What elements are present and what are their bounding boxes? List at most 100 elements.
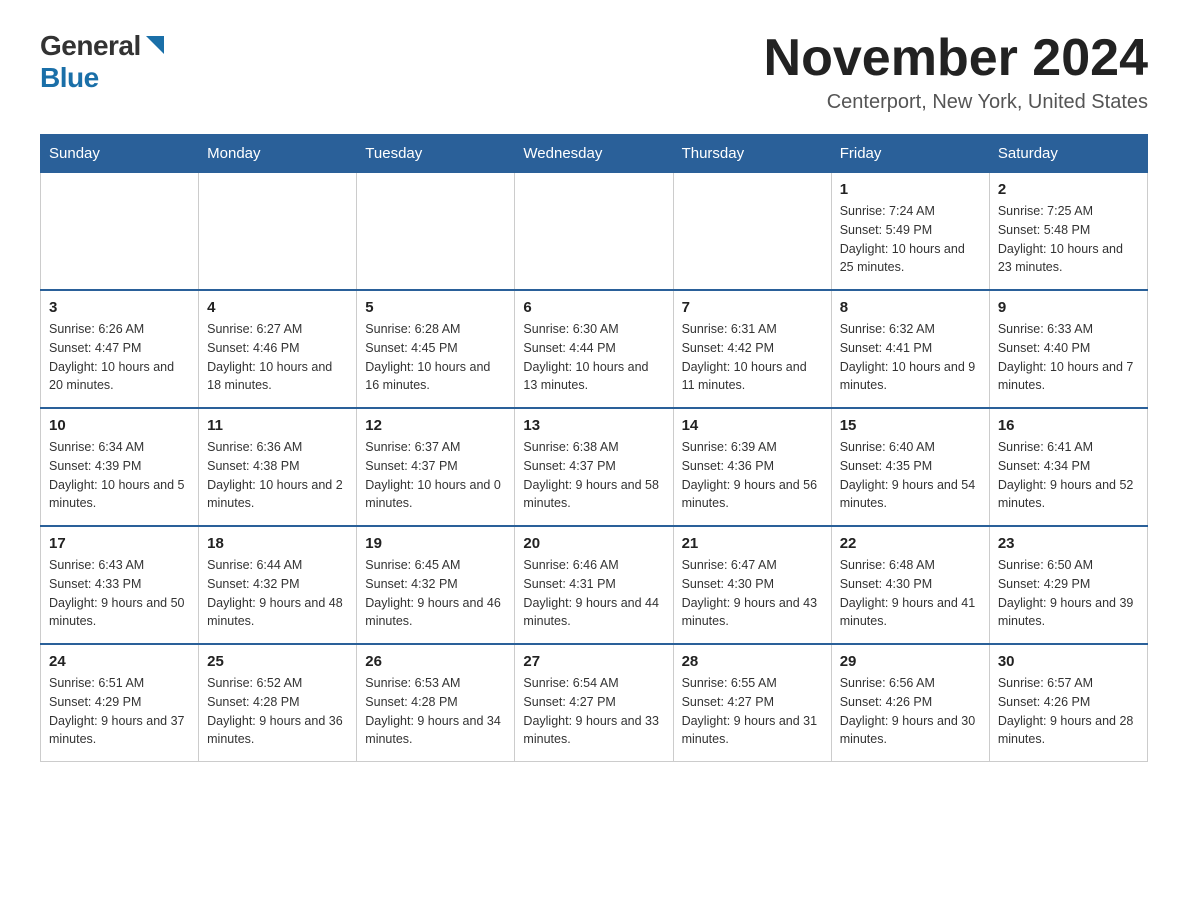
day-number: 18 [207,535,348,552]
header-saturday: Saturday [989,135,1147,173]
calendar-cell: 25 Sunrise: 6:52 AM Sunset: 4:28 PM Dayli… [199,644,357,762]
header-sunday: Sunday [41,135,199,173]
calendar-week-row: 17 Sunrise: 6:43 AM Sunset: 4:33 PM Dayli… [41,526,1148,644]
day-info: Sunrise: 6:40 AM Sunset: 4:35 PM Dayligh… [840,438,981,513]
calendar-cell: 6 Sunrise: 6:30 AM Sunset: 4:44 PM Daylig… [515,290,673,408]
calendar-cell: 7 Sunrise: 6:31 AM Sunset: 4:42 PM Daylig… [673,290,831,408]
calendar-cell [199,173,357,291]
day-info: Sunrise: 6:44 AM Sunset: 4:32 PM Dayligh… [207,556,348,631]
day-info: Sunrise: 6:32 AM Sunset: 4:41 PM Dayligh… [840,320,981,395]
day-number: 8 [840,299,981,316]
calendar-cell: 22 Sunrise: 6:48 AM Sunset: 4:30 PM Dayli… [831,526,989,644]
logo-blue-text: Blue [40,62,99,93]
calendar-week-row: 10Sunrise: 6:34 AM Sunset: 4:39 PM Dayli… [41,408,1148,526]
day-info: Sunrise: 6:52 AM Sunset: 4:28 PM Dayligh… [207,674,348,749]
calendar-cell: 12Sunrise: 6:37 AM Sunset: 4:37 PM Dayli… [357,408,515,526]
day-number: 15 [840,417,981,434]
day-number: 27 [523,653,664,670]
calendar-cell: 21 Sunrise: 6:47 AM Sunset: 4:30 PM Dayli… [673,526,831,644]
calendar-cell [673,173,831,291]
day-info: Sunrise: 6:30 AM Sunset: 4:44 PM Dayligh… [523,320,664,395]
calendar-cell: 11 Sunrise: 6:36 AM Sunset: 4:38 PM Dayli… [199,408,357,526]
calendar-week-row: 3 Sunrise: 6:26 AM Sunset: 4:47 PM Daylig… [41,290,1148,408]
day-info: Sunrise: 6:45 AM Sunset: 4:32 PM Dayligh… [365,556,506,631]
header-tuesday: Tuesday [357,135,515,173]
calendar-cell: 1 Sunrise: 7:24 AM Sunset: 5:49 PM Daylig… [831,173,989,291]
day-number: 10 [49,417,190,434]
day-info: Sunrise: 6:47 AM Sunset: 4:30 PM Dayligh… [682,556,823,631]
day-number: 23 [998,535,1139,552]
calendar-cell: 4 Sunrise: 6:27 AM Sunset: 4:46 PM Daylig… [199,290,357,408]
calendar-table: SundayMondayTuesdayWednesdayThursdayFrid… [40,134,1148,762]
day-number: 22 [840,535,981,552]
calendar-cell: 17 Sunrise: 6:43 AM Sunset: 4:33 PM Dayli… [41,526,199,644]
day-number: 7 [682,299,823,316]
calendar-cell: 16 Sunrise: 6:41 AM Sunset: 4:34 PM Dayli… [989,408,1147,526]
day-info: Sunrise: 6:56 AM Sunset: 4:26 PM Dayligh… [840,674,981,749]
day-info: Sunrise: 6:31 AM Sunset: 4:42 PM Dayligh… [682,320,823,395]
logo-arrow-icon [144,34,166,56]
day-number: 20 [523,535,664,552]
day-number: 3 [49,299,190,316]
day-info: Sunrise: 6:41 AM Sunset: 4:34 PM Dayligh… [998,438,1139,513]
day-number: 4 [207,299,348,316]
calendar-cell: 24Sunrise: 6:51 AM Sunset: 4:29 PM Dayli… [41,644,199,762]
day-number: 16 [998,417,1139,434]
day-info: Sunrise: 6:28 AM Sunset: 4:45 PM Dayligh… [365,320,506,395]
day-info: Sunrise: 6:54 AM Sunset: 4:27 PM Dayligh… [523,674,664,749]
location-subtitle: Centerport, New York, United States [764,91,1148,114]
calendar-header-row: SundayMondayTuesdayWednesdayThursdayFrid… [41,135,1148,173]
calendar-cell: 10Sunrise: 6:34 AM Sunset: 4:39 PM Dayli… [41,408,199,526]
day-info: Sunrise: 7:24 AM Sunset: 5:49 PM Dayligh… [840,202,981,277]
logo-general-text: General [40,30,141,62]
calendar-week-row: 24Sunrise: 6:51 AM Sunset: 4:29 PM Dayli… [41,644,1148,762]
logo: General Blue [40,30,166,94]
day-info: Sunrise: 6:48 AM Sunset: 4:30 PM Dayligh… [840,556,981,631]
page-header: General Blue November 2024 Centerport, N… [40,30,1148,114]
calendar-cell [515,173,673,291]
day-info: Sunrise: 6:33 AM Sunset: 4:40 PM Dayligh… [998,320,1139,395]
header-monday: Monday [199,135,357,173]
day-number: 6 [523,299,664,316]
day-number: 11 [207,417,348,434]
calendar-cell: 20 Sunrise: 6:46 AM Sunset: 4:31 PM Dayli… [515,526,673,644]
day-info: Sunrise: 6:27 AM Sunset: 4:46 PM Dayligh… [207,320,348,395]
day-number: 13 [523,417,664,434]
day-info: Sunrise: 6:46 AM Sunset: 4:31 PM Dayligh… [523,556,664,631]
day-info: Sunrise: 6:57 AM Sunset: 4:26 PM Dayligh… [998,674,1139,749]
calendar-week-row: 1 Sunrise: 7:24 AM Sunset: 5:49 PM Daylig… [41,173,1148,291]
calendar-cell: 3 Sunrise: 6:26 AM Sunset: 4:47 PM Daylig… [41,290,199,408]
calendar-cell: 18 Sunrise: 6:44 AM Sunset: 4:32 PM Dayli… [199,526,357,644]
day-info: Sunrise: 7:25 AM Sunset: 5:48 PM Dayligh… [998,202,1139,277]
day-number: 24 [49,653,190,670]
calendar-cell: 26Sunrise: 6:53 AM Sunset: 4:28 PM Dayli… [357,644,515,762]
day-number: 17 [49,535,190,552]
title-area: November 2024 Centerport, New York, Unit… [764,30,1148,114]
day-info: Sunrise: 6:55 AM Sunset: 4:27 PM Dayligh… [682,674,823,749]
day-number: 30 [998,653,1139,670]
calendar-cell: 29 Sunrise: 6:56 AM Sunset: 4:26 PM Dayli… [831,644,989,762]
calendar-cell: 23Sunrise: 6:50 AM Sunset: 4:29 PM Dayli… [989,526,1147,644]
day-number: 5 [365,299,506,316]
day-number: 28 [682,653,823,670]
day-number: 9 [998,299,1139,316]
calendar-cell: 19 Sunrise: 6:45 AM Sunset: 4:32 PM Dayli… [357,526,515,644]
day-number: 14 [682,417,823,434]
calendar-cell: 14Sunrise: 6:39 AM Sunset: 4:36 PM Dayli… [673,408,831,526]
day-number: 29 [840,653,981,670]
day-info: Sunrise: 6:26 AM Sunset: 4:47 PM Dayligh… [49,320,190,395]
day-number: 21 [682,535,823,552]
day-info: Sunrise: 6:36 AM Sunset: 4:38 PM Dayligh… [207,438,348,513]
day-info: Sunrise: 6:38 AM Sunset: 4:37 PM Dayligh… [523,438,664,513]
day-number: 12 [365,417,506,434]
day-number: 25 [207,653,348,670]
month-title: November 2024 [764,30,1148,87]
calendar-cell: 13 Sunrise: 6:38 AM Sunset: 4:37 PM Dayli… [515,408,673,526]
header-friday: Friday [831,135,989,173]
day-number: 1 [840,181,981,198]
day-info: Sunrise: 6:43 AM Sunset: 4:33 PM Dayligh… [49,556,190,631]
day-number: 19 [365,535,506,552]
header-wednesday: Wednesday [515,135,673,173]
calendar-cell [357,173,515,291]
day-info: Sunrise: 6:53 AM Sunset: 4:28 PM Dayligh… [365,674,506,749]
